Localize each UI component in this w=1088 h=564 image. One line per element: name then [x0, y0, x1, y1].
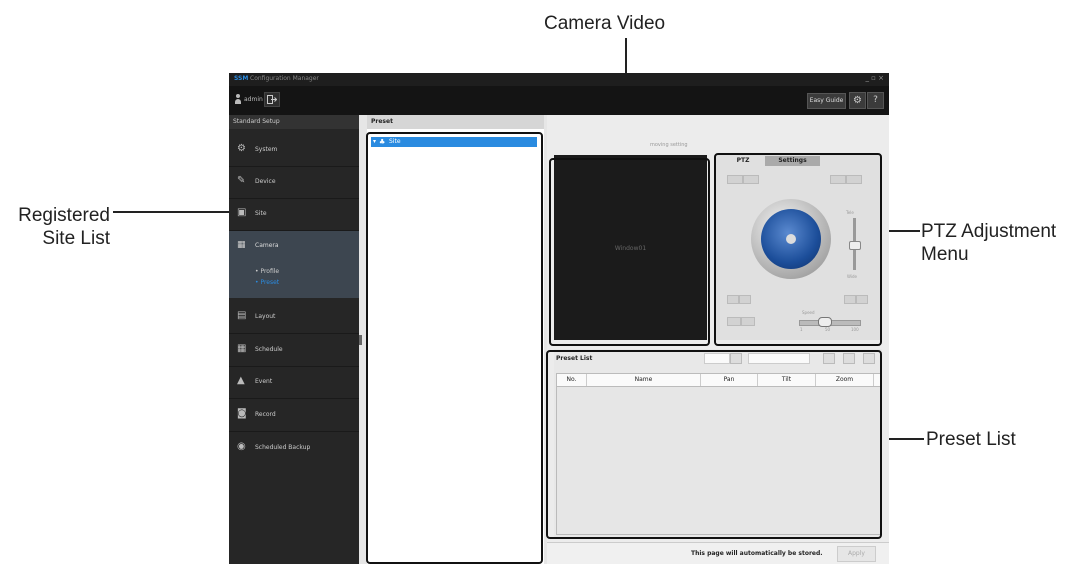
user-icon	[235, 94, 241, 105]
sidebar-item-scheduled-backup[interactable]: ◉ Scheduled Backup	[229, 432, 359, 464]
top-bar: admin Easy Guide ⚙ ?	[229, 86, 889, 115]
sidebar-item-layout[interactable]: ▤ Layout	[229, 301, 359, 334]
callout-ptz-adjustment: PTZ Adjustment Menu	[921, 220, 1056, 266]
callout-registered-site-list: Registered Site List	[8, 204, 110, 250]
schedule-icon: ▦	[237, 343, 247, 354]
camera-icon: ▦	[237, 240, 246, 250]
sidebar-item-device[interactable]: ✎ Device	[229, 166, 359, 199]
highlight-preset-list	[546, 350, 882, 539]
highlight-registered-site-list	[366, 132, 543, 564]
sidebar-item-label: Schedule	[255, 346, 283, 353]
settings-gear-icon[interactable]: ⚙	[849, 92, 866, 109]
sidebar-subitem-profile[interactable]: • Profile	[255, 268, 279, 275]
title-bar: SSM Configuration Manager _ ▫ ×	[229, 73, 889, 86]
sidebar-item-event[interactable]: ▲ Event	[229, 366, 359, 399]
sidebar-item-label: Site	[255, 210, 267, 217]
window-title: Configuration Manager	[250, 75, 319, 82]
event-icon: ▲	[237, 375, 245, 386]
sidebar: Standard Setup ⚙ System ✎ Device ▣ Site …	[229, 115, 359, 564]
device-icon: ✎	[237, 175, 246, 186]
logout-button[interactable]	[264, 92, 280, 107]
sidebar-item-site[interactable]: ▣ Site	[229, 198, 359, 231]
moving-status: moving setting	[650, 142, 688, 148]
system-icon: ⚙	[237, 143, 246, 154]
highlight-ptz-menu	[714, 153, 882, 346]
sidebar-item-label: System	[255, 146, 278, 153]
sidebar-item-label: Device	[255, 178, 276, 185]
record-icon: ◙	[237, 408, 247, 419]
site-icon: ▣	[237, 207, 247, 218]
layout-icon: ▤	[237, 310, 247, 321]
sidebar-subitem-label: Preset	[260, 279, 280, 286]
sidebar-subitem-label: Profile	[260, 268, 280, 275]
sidebar-item-label: Camera	[255, 242, 279, 249]
logout-icon	[267, 95, 277, 104]
sidebar-item-label: Record	[255, 411, 276, 418]
callout-preset-list: Preset List	[926, 429, 1016, 450]
sidebar-header: Standard Setup	[229, 115, 359, 129]
highlight-camera-video	[549, 158, 710, 346]
apply-button[interactable]: Apply	[837, 546, 876, 562]
sidebar-collapse-handle[interactable]	[359, 335, 362, 345]
sidebar-item-label: Layout	[255, 313, 276, 320]
callout-registered-line1: Registered	[18, 205, 110, 226]
callout-registered-line2: Site List	[42, 228, 110, 249]
sidebar-item-schedule[interactable]: ▦ Schedule	[229, 334, 359, 367]
autostore-notice: This page will automatically be stored.	[691, 550, 823, 557]
backup-icon: ◉	[237, 441, 246, 452]
window-controls[interactable]: _ ▫ ×	[865, 74, 884, 82]
bottom-bar: This page will automatically be stored. …	[547, 542, 889, 564]
callout-ptz-line1: PTZ Adjustment	[921, 221, 1057, 242]
help-icon[interactable]: ?	[867, 92, 884, 109]
callout-camera-video: Camera Video	[544, 13, 666, 34]
username-label: admin	[244, 96, 263, 103]
callout-ptz-line2: Menu	[921, 244, 969, 265]
sidebar-subitem-preset[interactable]: • Preset	[255, 279, 279, 286]
sidebar-item-record[interactable]: ◙ Record	[229, 399, 359, 432]
sidebar-item-system[interactable]: ⚙ System	[229, 134, 359, 167]
sidebar-item-label: Scheduled Backup	[255, 444, 311, 451]
brand-logo: SSM	[234, 75, 249, 82]
easy-guide-button[interactable]: Easy Guide	[807, 93, 846, 109]
sidebar-item-label: Event	[255, 378, 273, 385]
preset-panel-header: Preset	[367, 115, 544, 129]
sidebar-item-camera[interactable]: ▦ Camera • Profile • Preset	[229, 231, 359, 298]
